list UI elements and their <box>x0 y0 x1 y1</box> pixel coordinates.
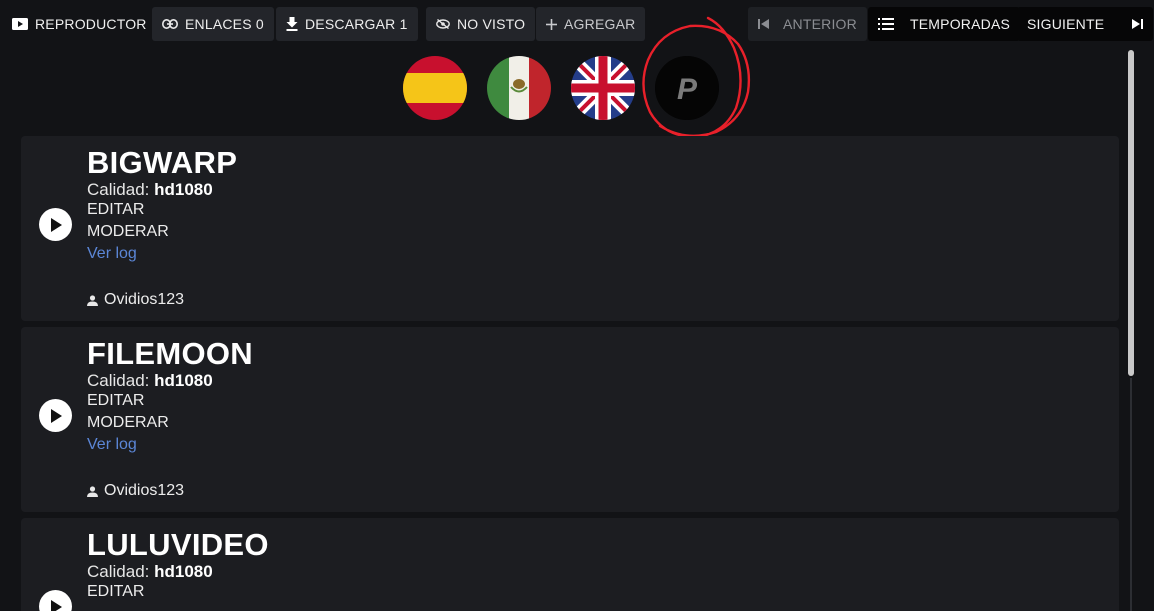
quality-value: hd1080 <box>154 371 213 390</box>
player-button[interactable]: REPRODUCTOR <box>2 7 157 41</box>
server-card: LULUVIDEO Calidad: hd1080 EDITAR <box>21 518 1119 611</box>
download-label: DESCARGAR 1 <box>305 16 408 32</box>
uploader: Ovidios123 <box>87 291 184 309</box>
previous-label: ANTERIOR <box>783 16 857 32</box>
add-button[interactable]: AGREGAR <box>536 7 646 41</box>
server-details: LULUVIDEO Calidad: hd1080 EDITAR <box>87 528 269 603</box>
quality-value: hd1080 <box>154 562 213 581</box>
spain-flag-button[interactable] <box>403 56 467 120</box>
quality-row: Calidad: hd1080 <box>87 180 237 199</box>
uploader: Ovidios123 <box>87 482 184 500</box>
add-label: AGREGAR <box>564 16 636 32</box>
link-icon <box>162 19 178 29</box>
scrollbar[interactable] <box>1126 48 1136 611</box>
p-badge-letter: P <box>677 73 698 106</box>
server-name: LULUVIDEO <box>87 527 269 562</box>
quality-label: Calidad: <box>87 562 150 581</box>
user-icon <box>87 485 98 497</box>
mexico-flag-button[interactable] <box>487 56 551 120</box>
list-icon <box>878 18 894 30</box>
play-button[interactable] <box>39 208 72 241</box>
seasons-button[interactable]: TEMPORADAS <box>868 7 1021 41</box>
server-details: FILEMOON Calidad: hd1080 EDITAR MODERAR … <box>87 337 253 456</box>
quality-label: Calidad: <box>87 371 150 390</box>
uk-flag-button[interactable] <box>571 56 635 120</box>
next-button[interactable]: SIGUIENTE <box>1017 7 1154 41</box>
uploader-name: Ovidios123 <box>104 482 185 499</box>
scrollbar-track <box>1130 378 1132 611</box>
server-name: FILEMOON <box>87 336 253 371</box>
uk-flag-icon <box>571 56 635 120</box>
download-button[interactable]: DESCARGAR 1 <box>276 7 418 41</box>
seasons-label: TEMPORADAS <box>910 16 1011 32</box>
quality-row: Calidad: hd1080 <box>87 371 253 390</box>
edit-link[interactable]: EDITAR <box>87 581 269 603</box>
server-name: BIGWARP <box>87 145 238 180</box>
moderate-link[interactable]: MODERAR <box>87 221 237 243</box>
server-card: FILEMOON Calidad: hd1080 EDITAR MODERAR … <box>21 327 1119 512</box>
user-icon <box>87 294 98 306</box>
server-card: BIGWARP Calidad: hd1080 EDITAR MODERAR V… <box>21 136 1119 321</box>
language-selector: P <box>0 56 1154 122</box>
plus-icon <box>546 18 557 30</box>
quality-value: hd1080 <box>154 180 213 199</box>
edit-link[interactable]: EDITAR <box>87 390 253 412</box>
mexico-flag-icon <box>487 56 551 120</box>
quality-label: Calidad: <box>87 180 150 199</box>
view-log-link[interactable]: Ver log <box>87 434 253 456</box>
quality-row: Calidad: hd1080 <box>87 562 269 581</box>
play-box-icon <box>12 18 28 30</box>
unseen-button[interactable]: NO VISTO <box>426 7 536 41</box>
play-icon <box>50 217 62 232</box>
previous-button[interactable]: ANTERIOR <box>748 7 867 41</box>
skip-previous-icon <box>758 19 769 29</box>
spain-flag-icon <box>403 56 467 120</box>
next-label: SIGUIENTE <box>1027 16 1105 32</box>
play-button[interactable] <box>39 399 72 432</box>
play-icon <box>50 408 62 423</box>
links-label: ENLACES 0 <box>185 16 264 32</box>
edit-link[interactable]: EDITAR <box>87 199 237 221</box>
eye-off-icon <box>436 19 450 29</box>
links-button[interactable]: ENLACES 0 <box>152 7 274 41</box>
scrollbar-thumb[interactable] <box>1128 50 1134 376</box>
moderate-link[interactable]: MODERAR <box>87 412 253 434</box>
p-badge-icon: P <box>655 56 719 120</box>
skip-next-icon <box>1132 19 1144 29</box>
play-icon <box>50 599 62 611</box>
top-toolbar: REPRODUCTOR ENLACES 0 DESCARGAR 1 NO VIS… <box>0 6 1154 42</box>
p-badge-button[interactable]: P <box>655 56 719 120</box>
unseen-label: NO VISTO <box>457 16 526 32</box>
server-details: BIGWARP Calidad: hd1080 EDITAR MODERAR V… <box>87 146 237 265</box>
uploader-name: Ovidios123 <box>104 291 185 308</box>
download-icon <box>286 17 298 31</box>
view-log-link[interactable]: Ver log <box>87 243 237 265</box>
player-label: REPRODUCTOR <box>35 16 147 32</box>
play-button[interactable] <box>39 590 72 611</box>
